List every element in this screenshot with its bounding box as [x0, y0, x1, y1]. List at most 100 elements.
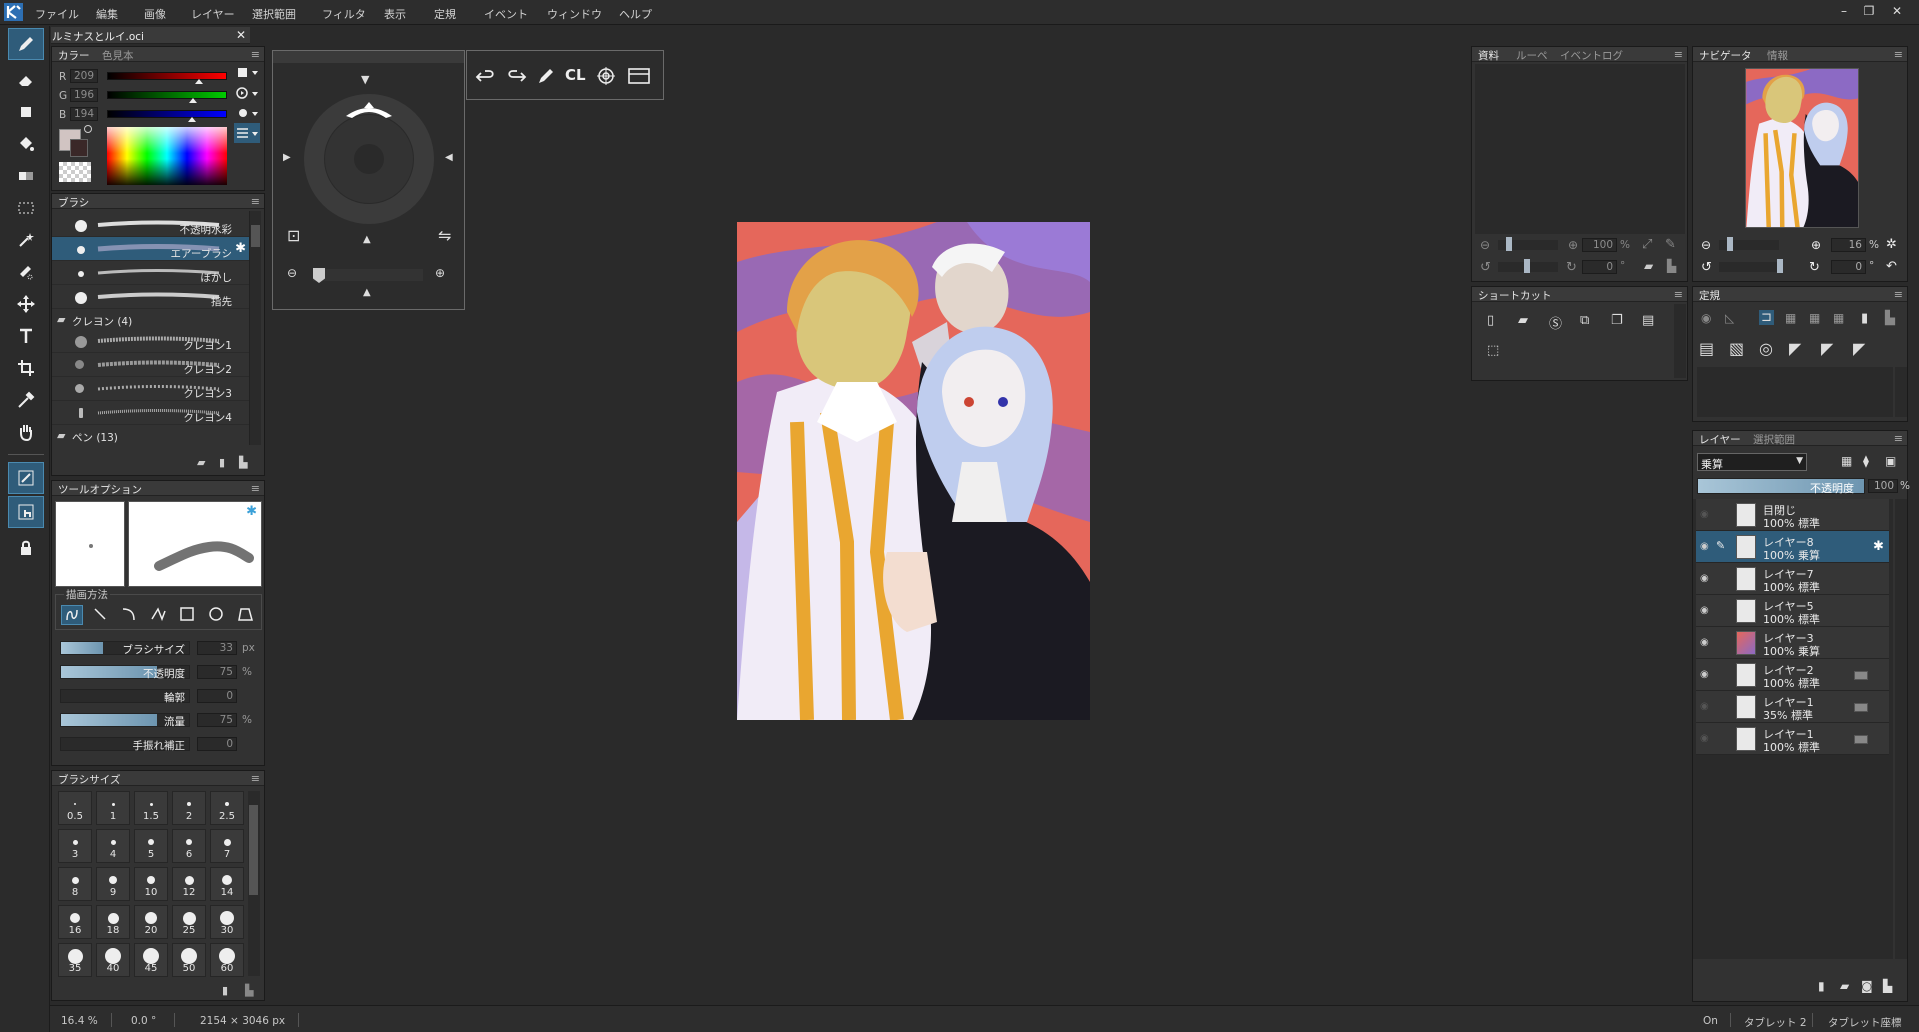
eye-icon[interactable]: ◉ [1700, 573, 1710, 584]
rect-mode-button[interactable] [177, 605, 199, 625]
slider-handle[interactable] [1506, 237, 1512, 251]
brush-size-cell[interactable]: 25 [172, 905, 206, 939]
brush-size-cell[interactable]: 8 [58, 867, 92, 901]
swap-color-icon[interactable] [84, 125, 92, 133]
opacity-slider[interactable]: 不透明度 [60, 665, 190, 680]
brush-group-crayon[interactable]: ▰ クレヨン (4) [52, 309, 252, 329]
tab-swatches[interactable]: 色見本 [102, 48, 134, 63]
slider-handle[interactable] [1777, 259, 1783, 273]
g-slider[interactable] [107, 91, 227, 99]
flow-value[interactable]: 75 [197, 713, 237, 727]
layer-scrollbar[interactable] [1895, 499, 1907, 959]
zoom-out-icon[interactable]: ⊖ [1701, 238, 1711, 252]
hand-tool-button[interactable] [8, 416, 44, 448]
lock-icon[interactable]: ▣ [1885, 454, 1896, 468]
brush-item[interactable]: 指先 [52, 285, 252, 309]
panel-menu-icon[interactable]: ≡ [251, 772, 260, 785]
ref-zoom-slider[interactable] [1498, 237, 1558, 251]
brush-item[interactable]: 不透明水彩 [52, 213, 252, 237]
panel-menu-icon[interactable]: ≡ [251, 195, 260, 208]
crop-tool-button[interactable] [8, 352, 44, 384]
brush-size-cell[interactable]: 16 [58, 905, 92, 939]
menu-layer[interactable]: レイヤー [191, 6, 235, 22]
panel-menu-icon[interactable]: ≡ [1674, 288, 1683, 301]
gear-icon[interactable]: ✱ [1873, 539, 1884, 554]
brush-size-cell[interactable]: 5 [134, 829, 168, 863]
layer-clip-icon[interactable]: ▦ [1841, 454, 1852, 468]
brush-size-cell[interactable]: 45 [134, 943, 168, 977]
parallel-ruler-icon[interactable]: ▤ [1699, 339, 1714, 358]
brush-size-cell[interactable]: 50 [172, 943, 206, 977]
vanishing-point-1-icon[interactable]: ◤ [1789, 339, 1801, 358]
layer-row-selected[interactable]: ◉ ✎ レイヤー8 100% 乗算 ✱ [1696, 531, 1889, 563]
window-toggle-button[interactable] [627, 67, 651, 85]
new-brush-icon[interactable]: ▮ [219, 456, 225, 469]
layer-opacity-value[interactable]: 100 [1868, 479, 1898, 493]
layer-mask-add-icon[interactable]: ◙ [1861, 979, 1873, 993]
menu-view[interactable]: 表示 [384, 6, 406, 22]
text-tool-button[interactable] [8, 320, 44, 352]
slider-handle[interactable] [1524, 259, 1530, 273]
rotate-right-icon[interactable]: ↻ [1809, 260, 1820, 275]
line-mode-button[interactable] [90, 605, 112, 625]
zoom-slider[interactable] [313, 268, 423, 283]
fit-icon[interactable]: ⤢ [1642, 237, 1652, 252]
gear-icon[interactable]: ✱ [235, 241, 246, 256]
menu-window[interactable]: ウィンドウ [547, 6, 602, 22]
brush-item-selected[interactable]: エアーブラシ ✱ [52, 237, 252, 261]
ruler-angle-icon[interactable]: ◺ [1725, 311, 1734, 325]
concentric-ruler-icon[interactable]: ◎ [1759, 339, 1773, 358]
eyedropper-tool-button[interactable] [8, 384, 44, 416]
brush-item[interactable]: クレヨン4 [52, 401, 252, 425]
magic-wand-tool-button[interactable] [8, 224, 44, 256]
eye-icon[interactable]: ◉ [1701, 311, 1711, 325]
stabilizer-value[interactable]: 0 [197, 737, 237, 751]
rotate-left-icon[interactable]: ▶ [283, 152, 291, 163]
zoom-fit-icon[interactable]: ⊡ [287, 226, 300, 245]
pen-tool-button[interactable] [8, 28, 44, 60]
brush-size-cell[interactable]: 60 [210, 943, 244, 977]
layer-row[interactable]: ◉ 目閉じ 100% 標準 [1696, 499, 1889, 531]
widget-title-bar[interactable] [273, 51, 464, 63]
opacity-value[interactable]: 75 [197, 665, 237, 679]
freehand-mode-button[interactable] [61, 605, 83, 625]
trash-icon[interactable]: ▙ [1885, 311, 1895, 326]
layer-row[interactable]: ◉ レイヤー1 35% 標準 [1696, 691, 1889, 723]
eye-icon[interactable]: ◉ [1700, 669, 1710, 680]
brush-size-cell[interactable]: 40 [96, 943, 130, 977]
rotate-dial[interactable] [304, 94, 434, 224]
redo-button[interactable] [505, 67, 527, 85]
zoom-out-icon[interactable]: ⊖ [1480, 238, 1490, 252]
outline-slider[interactable]: 輪郭 [60, 689, 190, 704]
select-pen-tool-button[interactable] [8, 256, 44, 288]
ellipse-mode-button[interactable] [206, 605, 228, 625]
brush-size-cell[interactable]: 14 [210, 867, 244, 901]
menu-image[interactable]: 画像 [144, 6, 166, 22]
color-list-icon[interactable] [234, 123, 260, 143]
layer-row[interactable]: ◉ レイヤー2 100% 標準 [1696, 659, 1889, 691]
rotate-right-icon[interactable]: ↻ [1566, 260, 1577, 275]
reset-rotation-icon[interactable]: ↶ [1886, 259, 1897, 274]
b-slider-handle[interactable] [188, 117, 196, 122]
ruler-copy-icon[interactable]: ▦ [1833, 311, 1844, 325]
vanishing-point-3-icon[interactable]: ◤ [1853, 339, 1865, 358]
document-tab[interactable]: ルミナスとルイ.oci ✕ [51, 27, 250, 44]
gradient-tool-button[interactable] [8, 160, 44, 192]
brush-group-pen[interactable]: ▰ ペン (13) [52, 425, 252, 445]
transparent-color-swatch[interactable] [59, 162, 91, 182]
tab-reference[interactable]: 資料 [1478, 48, 1499, 63]
eye-icon[interactable]: ◉ [1700, 541, 1710, 552]
brush-size-scrollbar[interactable] [248, 791, 260, 976]
trash-icon[interactable]: ▙ [239, 456, 247, 469]
target-button[interactable] [595, 66, 617, 86]
flip-horizontal-icon[interactable]: ⇋ [438, 226, 451, 245]
tab-brush[interactable]: ブラシ [58, 195, 89, 210]
zoom-slider-handle[interactable] [313, 268, 325, 283]
brush-size-cell[interactable]: 10 [134, 867, 168, 901]
nav-rotate-value[interactable]: 0 [1831, 260, 1866, 274]
trash-icon[interactable]: ▙ [1667, 259, 1676, 273]
color-circle-icon[interactable] [234, 103, 260, 123]
layer-opacity-slider[interactable]: 不透明度 [1697, 478, 1865, 495]
ruler-list[interactable] [1697, 367, 1893, 417]
minimize-button[interactable]: – [1834, 4, 1854, 20]
